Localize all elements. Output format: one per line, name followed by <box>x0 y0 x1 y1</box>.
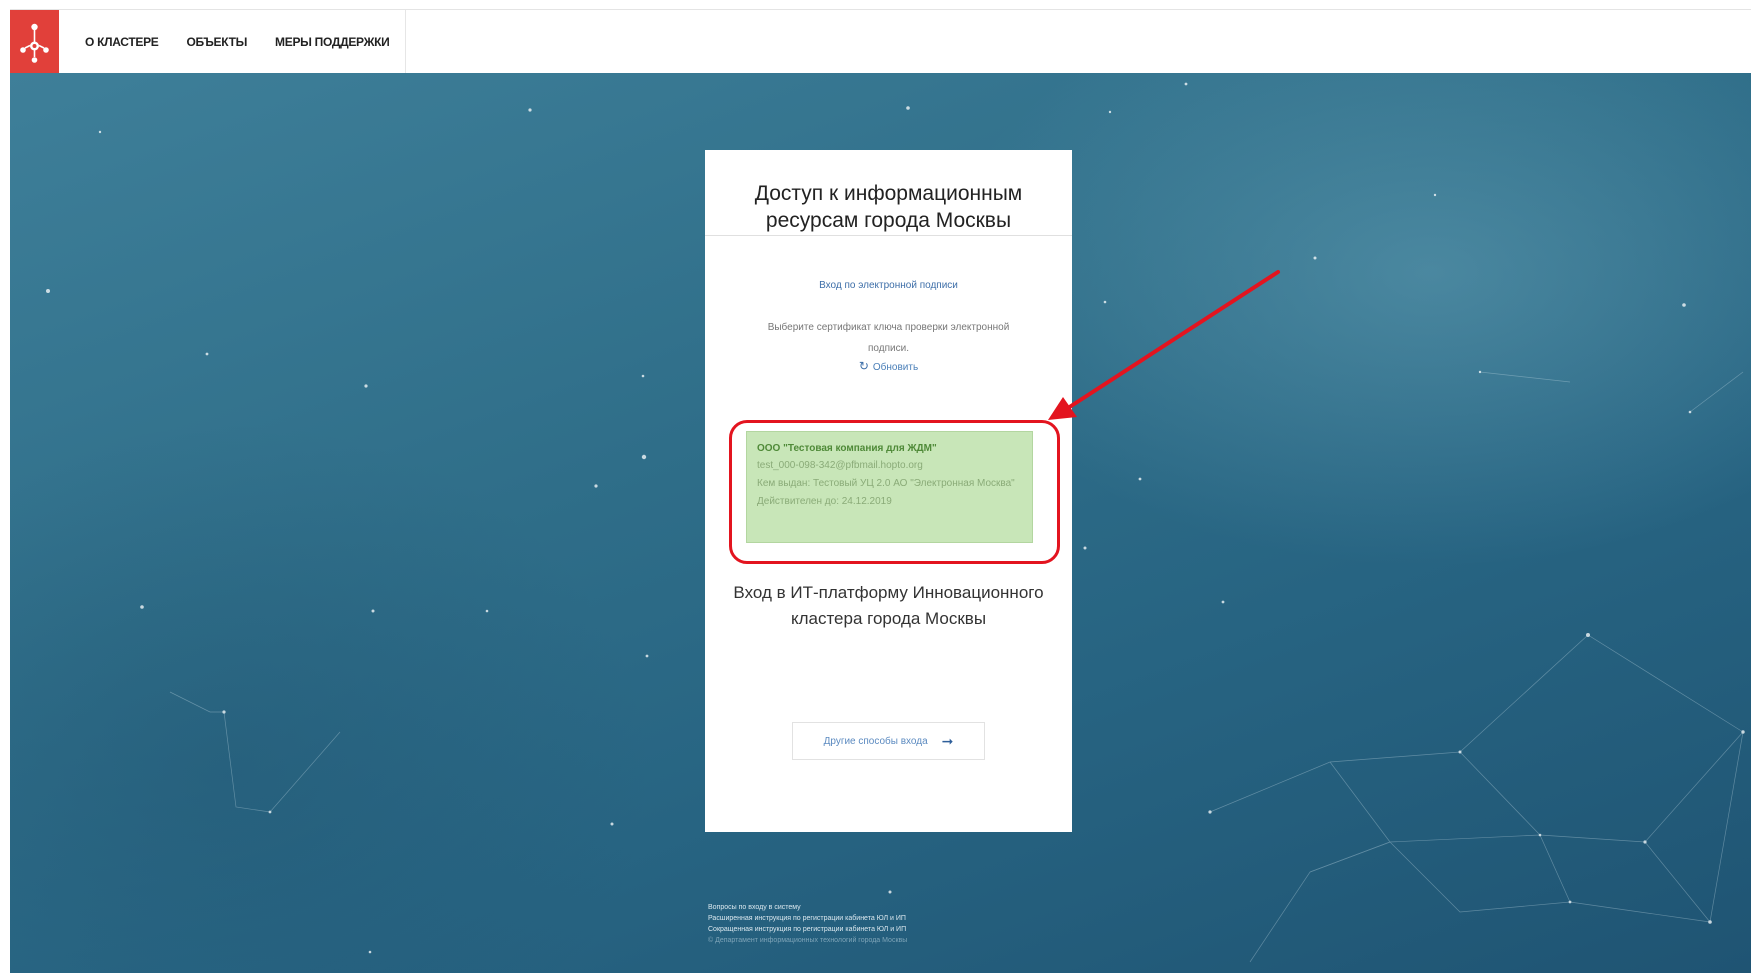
refresh-button[interactable]: ↻ Обновить <box>705 359 1072 373</box>
platform-caption: Вход в ИТ-платформу Инновационного класт… <box>733 583 1044 628</box>
refresh-icon: ↻ <box>858 359 869 373</box>
footer-link-short-guide[interactable]: Сокращенная инструкция по регистрации ка… <box>708 924 907 935</box>
cluster-logo-icon[interactable] <box>10 10 59 73</box>
certificate-highlight-frame <box>729 420 1060 564</box>
page: О КЛАСТЕРЕ ОБЪЕКТЫ МЕРЫ ПОДДЕРЖКИ Доступ… <box>0 0 1751 973</box>
arrow-right-icon: ➞ <box>941 732 954 749</box>
footer-copyright: © Департамент информационных технологий … <box>708 937 908 944</box>
nav-item-support[interactable]: МЕРЫ ПОДДЕРЖКИ <box>275 35 390 49</box>
other-login-button[interactable]: Другие способы входа ➞ <box>792 722 985 760</box>
top-navigation-bar: О КЛАСТЕРЕ ОБЪЕКТЫ МЕРЫ ПОДДЕРЖКИ <box>10 9 1751 73</box>
footer-link-extended-guide[interactable]: Расширенная инструкция по регистрации ка… <box>708 913 907 924</box>
nav-item-objects[interactable]: ОБЪЕКТЫ <box>187 35 248 49</box>
nav-item-about[interactable]: О КЛАСТЕРЕ <box>85 35 159 49</box>
certificate-instruction: Выберите сертификат ключа проверки элект… <box>767 322 1010 354</box>
card-title: Доступ к информационным ресурсам города … <box>705 150 1072 236</box>
footer-link-login-help[interactable]: Вопросы по входу в систему <box>708 902 907 913</box>
signature-login-link[interactable]: Вход по электронной подписи <box>705 280 1072 291</box>
page-footer: Вопросы по входу в систему Расширенная и… <box>708 902 907 946</box>
main-navigation: О КЛАСТЕРЕ ОБЪЕКТЫ МЕРЫ ПОДДЕРЖКИ <box>59 10 407 73</box>
refresh-label: Обновить <box>872 362 919 373</box>
other-login-label: Другие способы входа <box>823 735 928 747</box>
